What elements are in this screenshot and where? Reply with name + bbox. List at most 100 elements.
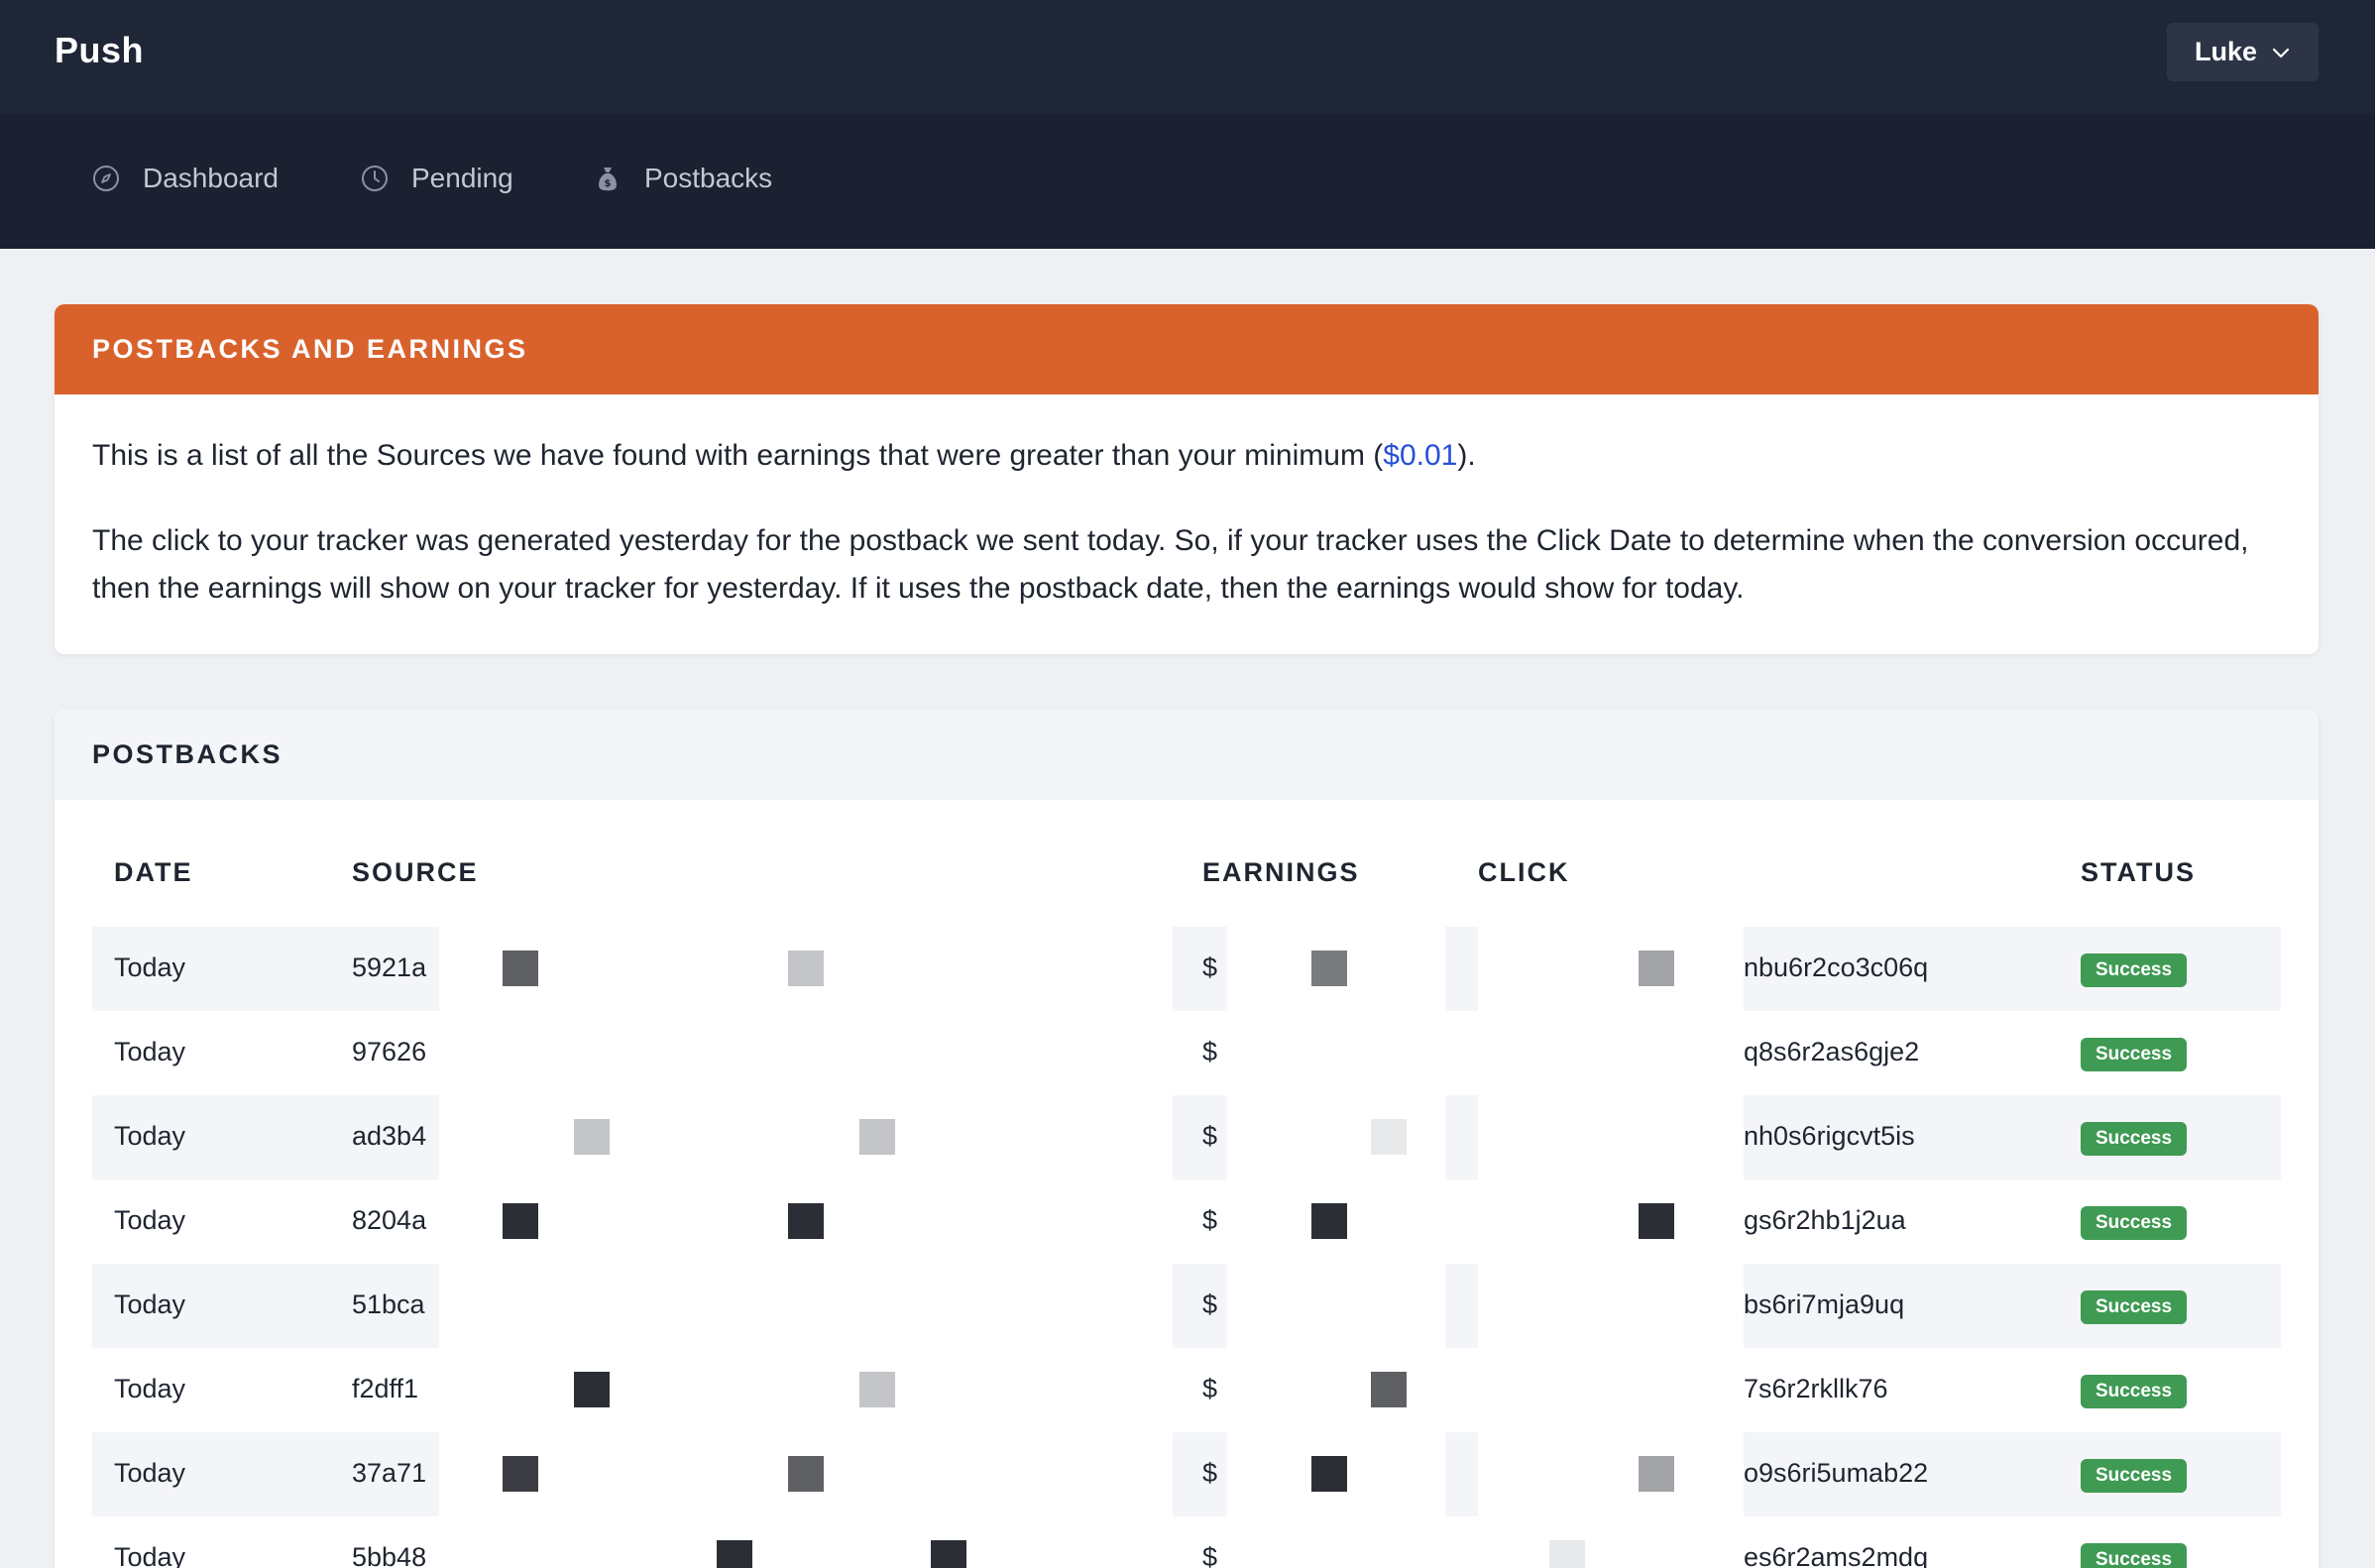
cell-source: 5bb48 — [352, 1542, 427, 1568]
click-redaction — [1478, 1179, 1744, 1264]
cell-date: Today — [114, 1121, 186, 1151]
cell-date: Today — [114, 952, 186, 982]
cell-click[interactable]: nbu6r2co3c06q — [1744, 952, 1928, 983]
earnings-redaction — [1227, 1095, 1445, 1179]
nav-item-postbacks[interactable]: $ Postbacks — [593, 163, 772, 194]
compass-icon — [93, 166, 119, 191]
cell-earnings: $ — [1202, 1289, 1218, 1319]
nav-label: Dashboard — [143, 163, 279, 193]
table-row[interactable]: Today 97626 $ q8s6r2as6gje2 Success — [92, 1011, 2281, 1095]
cell-date: Today — [114, 1542, 186, 1568]
earnings-redaction — [1227, 1264, 1445, 1348]
click-redaction — [1478, 1516, 1744, 1568]
clock-icon — [362, 166, 388, 191]
table-header: DATE SOURCE EARNINGS CLICK STATUS — [92, 800, 2281, 927]
cell-earnings: $ — [1202, 1374, 1218, 1403]
cell-click[interactable]: q8s6r2as6gje2 — [1744, 1037, 1919, 1067]
money-bag-icon: $ — [599, 168, 617, 191]
redaction-pixel — [574, 1372, 610, 1407]
cell-date: Today — [114, 1289, 186, 1319]
table-body: Today 5921a $ nbu6r2co3c06q Success Today 9762… — [92, 927, 2281, 1568]
postbacks-table: DATE SOURCE EARNINGS CLICK STATUS Today 5… — [92, 800, 2281, 1568]
redaction-pixel — [788, 1203, 824, 1239]
redaction-pixel — [1639, 1203, 1674, 1239]
redaction-pixel — [788, 1456, 824, 1492]
minimum-link[interactable]: $0.01 — [1383, 439, 1457, 472]
header-status[interactable]: STATUS — [2081, 857, 2196, 888]
nav-bar: Dashboard Pending $ Postbacks — [0, 113, 2375, 249]
cell-source: 97626 — [352, 1037, 427, 1066]
cell-click[interactable]: o9s6ri5umab22 — [1744, 1458, 1928, 1489]
cell-click[interactable]: gs6r2hb1j2ua — [1744, 1205, 1906, 1236]
table-row[interactable]: Today ad3b4 $ nh0s6rigcvt5is Success — [92, 1095, 2281, 1179]
cell-date: Today — [114, 1374, 186, 1403]
source-redaction — [439, 1264, 1173, 1348]
cell-click[interactable]: bs6ri7mja9uq — [1744, 1289, 1904, 1320]
click-redaction — [1478, 1011, 1744, 1095]
cell-source: 37a71 — [352, 1458, 427, 1488]
header-earnings[interactable]: EARNINGS — [1202, 857, 1360, 888]
nav-item-dashboard[interactable]: Dashboard — [91, 163, 279, 194]
cell-earnings: $ — [1202, 1205, 1218, 1235]
svg-text:$: $ — [605, 178, 612, 189]
nav-label: Pending — [411, 163, 513, 193]
redaction-pixel — [1371, 1372, 1407, 1407]
cell-source: 8204a — [352, 1205, 427, 1235]
info-card-title: POSTBACKS AND EARNINGS — [55, 304, 2319, 394]
info-paragraph-click-date: The click to your tracker was generated … — [92, 524, 2249, 605]
user-menu-button[interactable]: Luke — [2167, 23, 2319, 81]
cell-source: f2dff1 — [352, 1374, 419, 1403]
redaction-pixel — [1639, 1456, 1674, 1492]
earnings-redaction — [1227, 1516, 1445, 1568]
status-badge: Success — [2081, 953, 2187, 987]
scrollbar-track[interactable] — [2375, 0, 2379, 1568]
cell-earnings: $ — [1202, 1458, 1218, 1488]
redaction-pixel — [503, 1456, 538, 1492]
table-row[interactable]: Today 5921a $ nbu6r2co3c06q Success — [92, 927, 2281, 1011]
cell-earnings: $ — [1202, 1037, 1218, 1066]
info-card-body: This is a list of all the Sources we hav… — [55, 394, 2319, 613]
cell-date: Today — [114, 1205, 186, 1235]
nav-item-pending[interactable]: Pending — [360, 163, 513, 194]
click-redaction — [1478, 1432, 1744, 1516]
cell-earnings: $ — [1202, 1542, 1218, 1568]
cell-click[interactable]: 7s6r2rkllk76 — [1744, 1374, 1888, 1404]
postbacks-card-title: POSTBACKS — [55, 710, 2319, 800]
status-badge: Success — [2081, 1290, 2187, 1324]
redaction-pixel — [931, 1540, 966, 1568]
header-click[interactable]: CLICK — [1478, 857, 1570, 888]
status-badge: Success — [2081, 1206, 2187, 1240]
header-date[interactable]: DATE — [114, 857, 193, 888]
status-badge: Success — [2081, 1122, 2187, 1156]
status-badge: Success — [2081, 1459, 2187, 1493]
cell-click[interactable]: es6r2ams2mdq — [1744, 1542, 1928, 1568]
info-text: ). — [1457, 439, 1476, 472]
cell-source: 51bca — [352, 1289, 425, 1319]
table-row[interactable]: Today f2dff1 $7s6r2rkllk76 Success — [92, 1348, 2281, 1432]
brand-logo[interactable]: Push — [55, 30, 144, 71]
header-source[interactable]: SOURCE — [352, 857, 479, 888]
click-redaction — [1478, 1095, 1744, 1179]
click-redaction — [1478, 1348, 1744, 1432]
redaction-pixel — [503, 951, 538, 986]
table-row[interactable]: Today 37a71 $ o9s6ri5umab22 Success — [92, 1432, 2281, 1516]
redaction-pixel — [1371, 1119, 1407, 1155]
redaction-pixel — [574, 1119, 610, 1155]
cell-source: ad3b4 — [352, 1121, 427, 1151]
earnings-redaction — [1227, 1348, 1445, 1432]
cell-date: Today — [114, 1458, 186, 1488]
click-redaction — [1478, 927, 1744, 1011]
source-redaction — [439, 1516, 1173, 1568]
info-card: POSTBACKS AND EARNINGS This is a list of… — [55, 304, 2319, 654]
redaction-pixel — [503, 1203, 538, 1239]
cell-earnings: $ — [1202, 952, 1218, 982]
nav-label: Postbacks — [644, 163, 773, 193]
cell-click[interactable]: nh0s6rigcvt5is — [1744, 1121, 1915, 1152]
cell-earnings: $ — [1202, 1121, 1218, 1151]
table-row[interactable]: Today 51bca $ bs6ri7mja9uq Success — [92, 1264, 2281, 1348]
click-redaction — [1478, 1264, 1744, 1348]
table-row[interactable]: Today 8204a $ gs6r2hb1j2ua Success — [92, 1179, 2281, 1264]
info-text: This is a list of all the Sources we hav… — [92, 439, 1384, 472]
table-row[interactable]: Today 5bb48 $ es6r2ams2mdq Success — [92, 1516, 2281, 1568]
top-bar: Push Luke — [0, 0, 2375, 113]
